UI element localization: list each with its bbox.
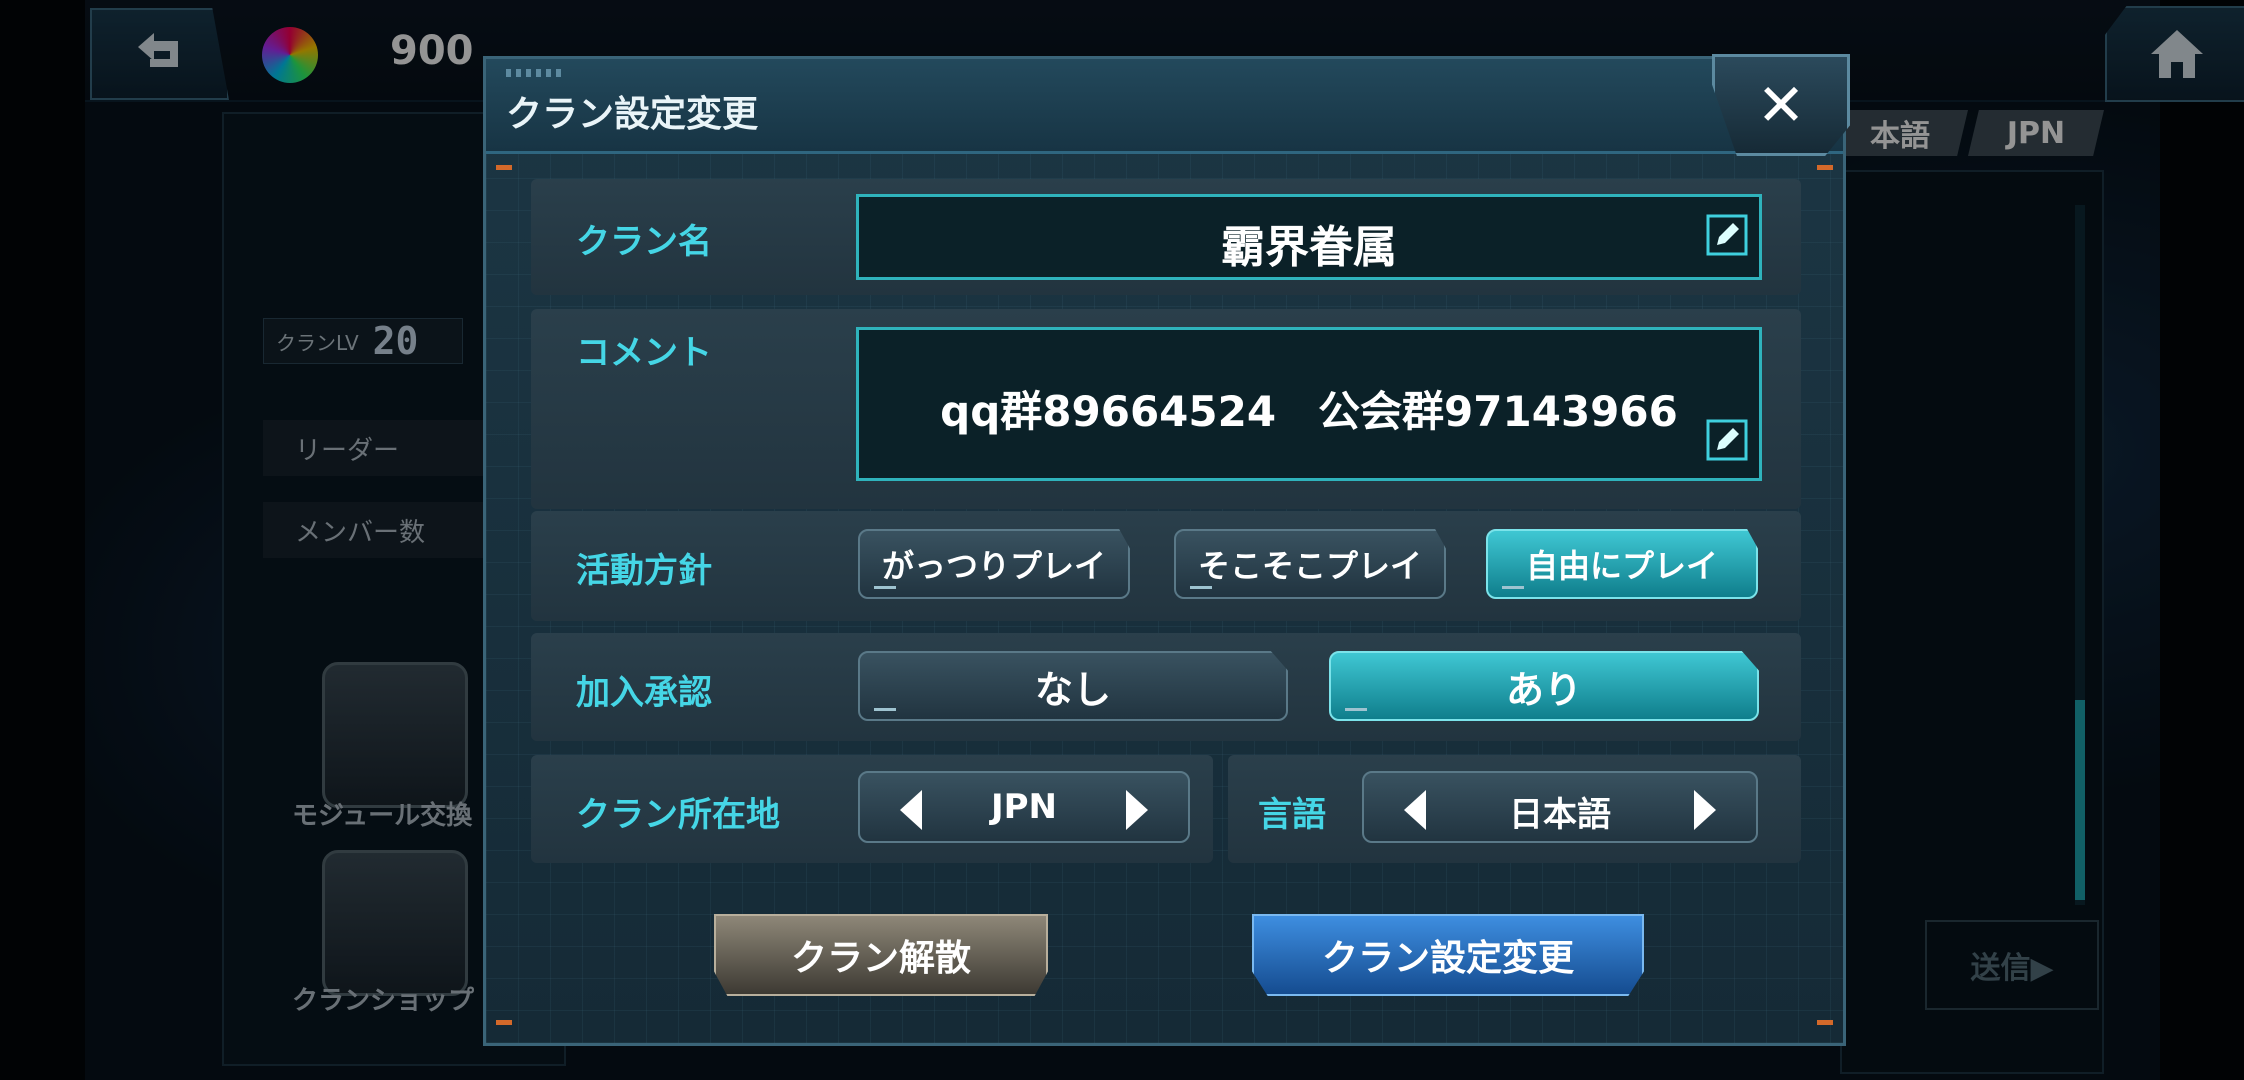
join-approval-none[interactable]: なし — [858, 651, 1288, 721]
dialog-header: クラン設定変更 — [486, 59, 1843, 154]
clan-name-label: クラン名 — [576, 222, 712, 262]
corner-mark — [1817, 165, 1833, 170]
corner-mark — [496, 1020, 512, 1025]
header-decoration — [506, 69, 566, 77]
location-selector[interactable]: JPN — [858, 771, 1190, 843]
edit-icon[interactable] — [1705, 418, 1749, 462]
close-icon: ✕ — [1756, 71, 1806, 139]
disband-clan-button[interactable]: クラン解散 — [714, 914, 1048, 996]
activity-policy-label: 活動方針 — [576, 551, 712, 591]
clan-name-field[interactable]: 霸界眷属 — [856, 194, 1762, 280]
activity-option-hardcore[interactable]: がっつりプレイ — [858, 529, 1130, 599]
comment-label: コメント — [576, 333, 712, 373]
close-button[interactable]: ✕ — [1712, 54, 1850, 156]
join-approval-required[interactable]: あり — [1329, 651, 1759, 721]
language-selector[interactable]: 日本語 — [1362, 771, 1758, 843]
activity-option-moderate[interactable]: そこそこプレイ — [1174, 529, 1446, 599]
change-settings-button[interactable]: クラン設定変更 — [1252, 914, 1644, 996]
clan-settings-dialog: クラン設定変更 クラン名 霸界眷属 コメント qq群89664524 公会群97… — [483, 56, 1846, 1046]
language-label: 言語 — [1258, 795, 1326, 835]
location-label: クラン所在地 — [576, 795, 780, 835]
comment-field[interactable]: qq群89664524 公会群97143966 — [856, 327, 1762, 481]
corner-mark — [1817, 1020, 1833, 1025]
next-arrow-icon[interactable] — [1126, 790, 1148, 830]
clan-name-value: 霸界眷属 — [1221, 222, 1397, 273]
next-arrow-icon[interactable] — [1694, 790, 1716, 830]
corner-mark — [496, 165, 512, 170]
dialog-title: クラン設定変更 — [506, 94, 759, 135]
comment-value: qq群89664524 公会群97143966 — [940, 387, 1678, 436]
join-approval-label: 加入承認 — [576, 673, 712, 713]
edit-icon[interactable] — [1705, 213, 1749, 257]
activity-option-free[interactable]: 自由にプレイ — [1486, 529, 1758, 599]
